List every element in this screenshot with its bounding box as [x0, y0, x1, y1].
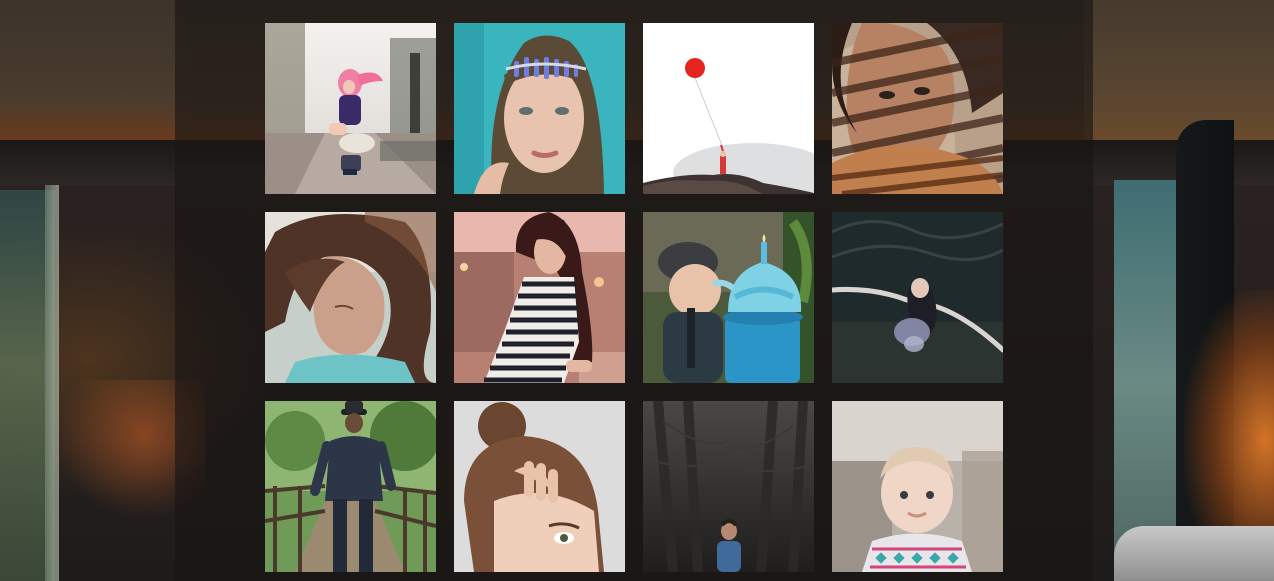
photo-woman-striped-shadow — [832, 23, 1003, 194]
photo-tile-baby-knit-sweater[interactable] — [832, 401, 1003, 572]
photo-woman-crystal-headband — [454, 23, 625, 194]
photo-tile-red-balloon[interactable] — [643, 23, 814, 194]
photo-tile-woman-floating-water[interactable] — [832, 212, 1003, 383]
background-window-right — [1114, 180, 1184, 581]
photo-tile-girl-windblown-hair[interactable] — [265, 212, 436, 383]
background-seat-right — [1114, 526, 1274, 581]
background-roof-left — [0, 0, 190, 140]
photo-tile-boy-blue-cupcake[interactable] — [643, 212, 814, 383]
photo-tile-woman-crystal-headband[interactable] — [454, 23, 625, 194]
photo-tile-woman-hair-bun[interactable] — [454, 401, 625, 572]
photo-boy-blue-cupcake — [643, 212, 814, 383]
photo-tile-woman-striped-shadow[interactable] — [832, 23, 1003, 194]
photo-tile-person-in-forest[interactable] — [643, 401, 814, 572]
photo-person-in-forest — [643, 401, 814, 572]
photo-red-balloon — [643, 23, 814, 194]
photo-girl-windblown-hair — [265, 212, 436, 383]
background-roof-right — [1084, 0, 1274, 140]
photo-man-on-bridge — [265, 401, 436, 572]
photo-tile-woman-striped-dress[interactable] — [454, 212, 625, 383]
photo-woman-hair-bun — [454, 401, 625, 572]
photo-woman-floating-water — [832, 212, 1003, 383]
photo-gallery-grid — [265, 23, 1003, 572]
photo-tile-girl-pink-hair[interactable] — [265, 23, 436, 194]
photo-baby-knit-sweater — [832, 401, 1003, 572]
photo-tile-man-on-bridge[interactable] — [265, 401, 436, 572]
photo-woman-striped-dress — [454, 212, 625, 383]
photo-girl-pink-hair — [265, 23, 436, 194]
background-hair-right — [1184, 290, 1274, 540]
